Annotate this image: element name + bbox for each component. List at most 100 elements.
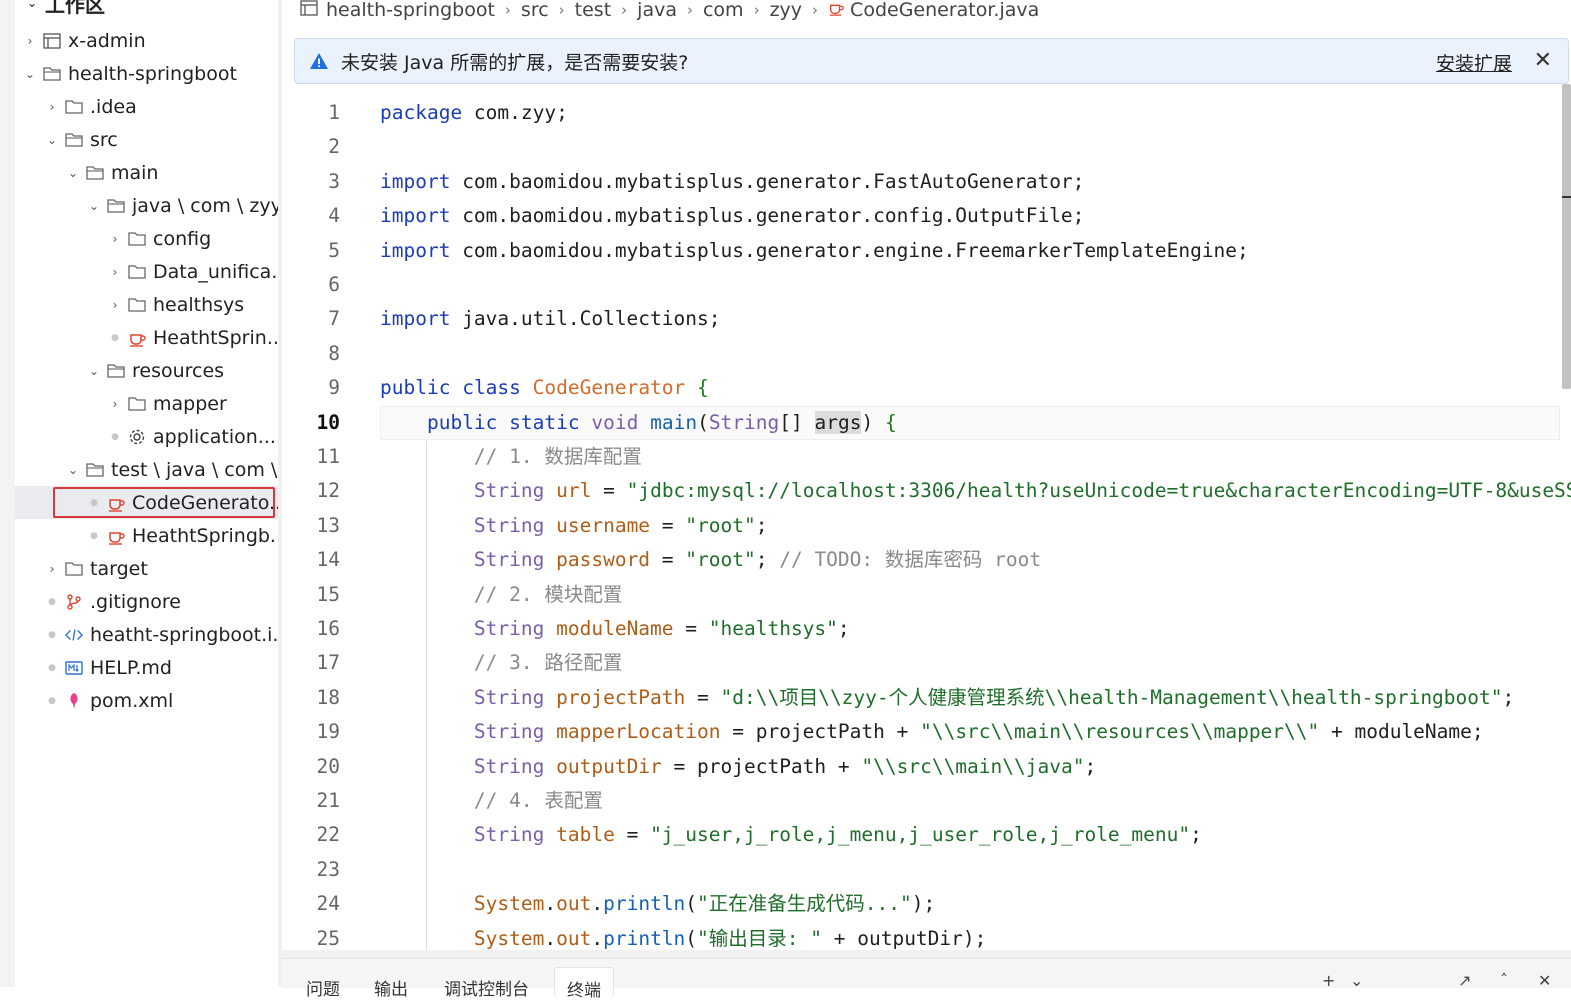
tree-item-pom-xml[interactable]: ● pom.xml bbox=[15, 684, 278, 717]
add-terminal-icon[interactable]: + bbox=[1322, 971, 1335, 990]
code-token: String bbox=[473, 548, 545, 571]
folder-icon bbox=[128, 230, 146, 248]
tree-item-data-unification[interactable]: › Data_unifica... bbox=[15, 255, 278, 288]
tree-item-java-com-zyy[interactable]: ⌄ java \ com \ zyy bbox=[15, 189, 278, 222]
breadcrumb-item[interactable]: health-springboot bbox=[326, 0, 495, 21]
chevron-down-icon[interactable]: ⌄ bbox=[1350, 971, 1363, 990]
breadcrumb-item[interactable]: zyy bbox=[770, 0, 802, 21]
tree-item-idea[interactable]: › .idea bbox=[15, 90, 278, 123]
line-number: 4 bbox=[328, 204, 340, 227]
java-file-icon bbox=[828, 0, 844, 21]
code-token: . bbox=[591, 892, 604, 915]
tab-terminal[interactable]: 终端 bbox=[554, 967, 614, 1001]
code-token: moduleName bbox=[556, 617, 674, 640]
tree-item-label: config bbox=[153, 227, 212, 250]
code-token: java.util.Collections; bbox=[450, 307, 721, 330]
code-token: String bbox=[473, 720, 545, 743]
chevron-right-icon: › bbox=[621, 1, 628, 19]
tree-item-application-config[interactable]: ● application.... bbox=[15, 420, 278, 453]
tree-item-resources[interactable]: ⌄ resources bbox=[15, 354, 278, 387]
line-text: String outputDir = projectPath + "\\src\… bbox=[380, 750, 1096, 784]
breadcrumb-item[interactable]: CodeGenerator.java bbox=[850, 0, 1039, 21]
code-line[interactable]: 1 package com.zyy; bbox=[282, 96, 1571, 130]
markdown-icon bbox=[65, 659, 83, 677]
code-line[interactable]: 3 import com.baomidou.mybatisplus.generat… bbox=[282, 165, 1571, 199]
tree-item-src[interactable]: ⌄ src bbox=[15, 123, 278, 156]
code-token: + outputDir); bbox=[822, 927, 987, 950]
breadcrumb-item[interactable]: java bbox=[637, 0, 677, 21]
code-line[interactable]: 5 import com.baomidou.mybatisplus.generat… bbox=[282, 234, 1571, 268]
horizontal-scrollbar[interactable] bbox=[282, 950, 1571, 958]
code-line[interactable]: 17 // 3. 路径配置 bbox=[282, 646, 1571, 680]
tab-output[interactable]: 输出 bbox=[362, 967, 420, 1000]
tab-debug-console[interactable]: 调试控制台 bbox=[432, 967, 541, 1000]
tree-item-heatht-springboot-test[interactable]: ● HeathtSpringb... bbox=[15, 519, 278, 552]
tree-item-codegenerator[interactable]: ● CodeGenerato... bbox=[15, 486, 278, 519]
code-line[interactable]: 22 String table = "j_user,j_role,j_menu,… bbox=[282, 818, 1571, 852]
code-line[interactable]: 11 // 1. 数据库配置 bbox=[282, 440, 1571, 474]
bullet-icon: ● bbox=[48, 662, 56, 673]
chevron-right-icon: › bbox=[112, 396, 118, 411]
code-token: String bbox=[473, 479, 545, 502]
code-token: package bbox=[380, 101, 463, 124]
code-line[interactable]: 15 // 2. 模块配置 bbox=[282, 578, 1571, 612]
tree-item-iml[interactable]: ● heatht-springboot.i... bbox=[15, 618, 278, 651]
code-line[interactable]: 13 String username = "root"; bbox=[282, 509, 1571, 543]
tree-item-label: HeathtSprin... bbox=[153, 326, 278, 349]
workspace-header[interactable]: ⌄ 工作区 bbox=[15, 0, 105, 18]
install-extension-link[interactable]: 安装扩展 bbox=[1436, 49, 1512, 76]
line-number: 15 bbox=[316, 583, 340, 606]
tree-item-healthsys[interactable]: › healthsys bbox=[15, 288, 278, 321]
code-token: String bbox=[708, 411, 780, 434]
breadcrumb-item[interactable]: src bbox=[521, 0, 549, 21]
code-line[interactable]: 20 String outputDir = projectPath + "\\s… bbox=[282, 750, 1571, 784]
tree-item-gitignore[interactable]: ● .gitignore bbox=[15, 585, 278, 618]
code-line[interactable]: 4 import com.baomidou.mybatisplus.generat… bbox=[282, 199, 1571, 233]
code-line[interactable]: 18 String projectPath = "d:\\项目\\zyy-个人健… bbox=[282, 681, 1571, 715]
tree-item-health-springboot[interactable]: ⌄ health-springboot bbox=[15, 57, 278, 90]
git-branch-icon bbox=[65, 593, 83, 611]
code-line[interactable]: 9 public class CodeGenerator { bbox=[282, 371, 1571, 405]
breadcrumb-item[interactable]: com bbox=[703, 0, 744, 21]
tree-item-heatht-springboot-app[interactable]: ● HeathtSprin... bbox=[15, 321, 278, 354]
tree-item-help-md[interactable]: ● HELP.md bbox=[15, 651, 278, 684]
close-icon[interactable]: ✕ bbox=[1534, 48, 1552, 73]
close-panel-icon[interactable]: ✕ bbox=[1538, 971, 1551, 990]
code-line[interactable]: 8 bbox=[282, 337, 1571, 371]
code-token: . bbox=[544, 892, 557, 915]
chevron-right-icon: › bbox=[112, 297, 118, 312]
tree-item-target[interactable]: › target bbox=[15, 552, 278, 585]
code-line[interactable]: 14 String password = "root"; // TODO: 数据… bbox=[282, 543, 1571, 577]
code-line[interactable]: 6 bbox=[282, 268, 1571, 302]
code-token: println bbox=[603, 892, 686, 915]
selection-outline bbox=[53, 487, 275, 518]
tree-item-config[interactable]: › config bbox=[15, 222, 278, 255]
tree-item-test-java-com[interactable]: ⌄ test \ java \ com \... bbox=[15, 453, 278, 486]
code-line[interactable]: 10 public static void main(String[] args… bbox=[282, 406, 1571, 440]
code-line[interactable]: 19 String mapperLocation = projectPath +… bbox=[282, 715, 1571, 749]
line-text: // 2. 模块配置 bbox=[380, 578, 622, 612]
tree-item-mapper[interactable]: › mapper bbox=[15, 387, 278, 420]
line-number: 6 bbox=[328, 273, 340, 296]
code-line[interactable]: 12 String url = "jdbc:mysql://localhost:… bbox=[282, 474, 1571, 508]
code-line[interactable]: 23 bbox=[282, 853, 1571, 887]
code-line[interactable]: 24 System.out.println("正在准备生成代码..."); bbox=[282, 887, 1571, 921]
code-line[interactable]: 2 bbox=[282, 130, 1571, 164]
code-token: String bbox=[473, 686, 545, 709]
maximize-icon[interactable]: ↗ bbox=[1458, 971, 1471, 990]
tree-item-x-admin[interactable]: › x-admin bbox=[15, 24, 278, 57]
chevron-right-icon: › bbox=[812, 1, 819, 19]
code-line[interactable]: 21 // 4. 表配置 bbox=[282, 784, 1571, 818]
project-icon bbox=[43, 32, 61, 50]
code-editor[interactable]: 1 package com.zyy; 2 3 import com.baomidou.m… bbox=[282, 96, 1571, 951]
chevron-up-icon[interactable]: ˆ bbox=[1500, 971, 1508, 990]
vertical-scrollbar[interactable] bbox=[1562, 84, 1571, 389]
tab-problems[interactable]: 问题 bbox=[294, 967, 352, 1000]
code-line[interactable]: 25 System.out.println("输出目录: " + outputD… bbox=[282, 922, 1571, 951]
breadcrumb-item[interactable]: test bbox=[575, 0, 612, 21]
code-line[interactable]: 16 String moduleName = "healthsys"; bbox=[282, 612, 1571, 646]
code-line[interactable]: 7 import java.util.Collections; bbox=[282, 302, 1571, 336]
tree-item-main[interactable]: ⌄ main bbox=[15, 156, 278, 189]
